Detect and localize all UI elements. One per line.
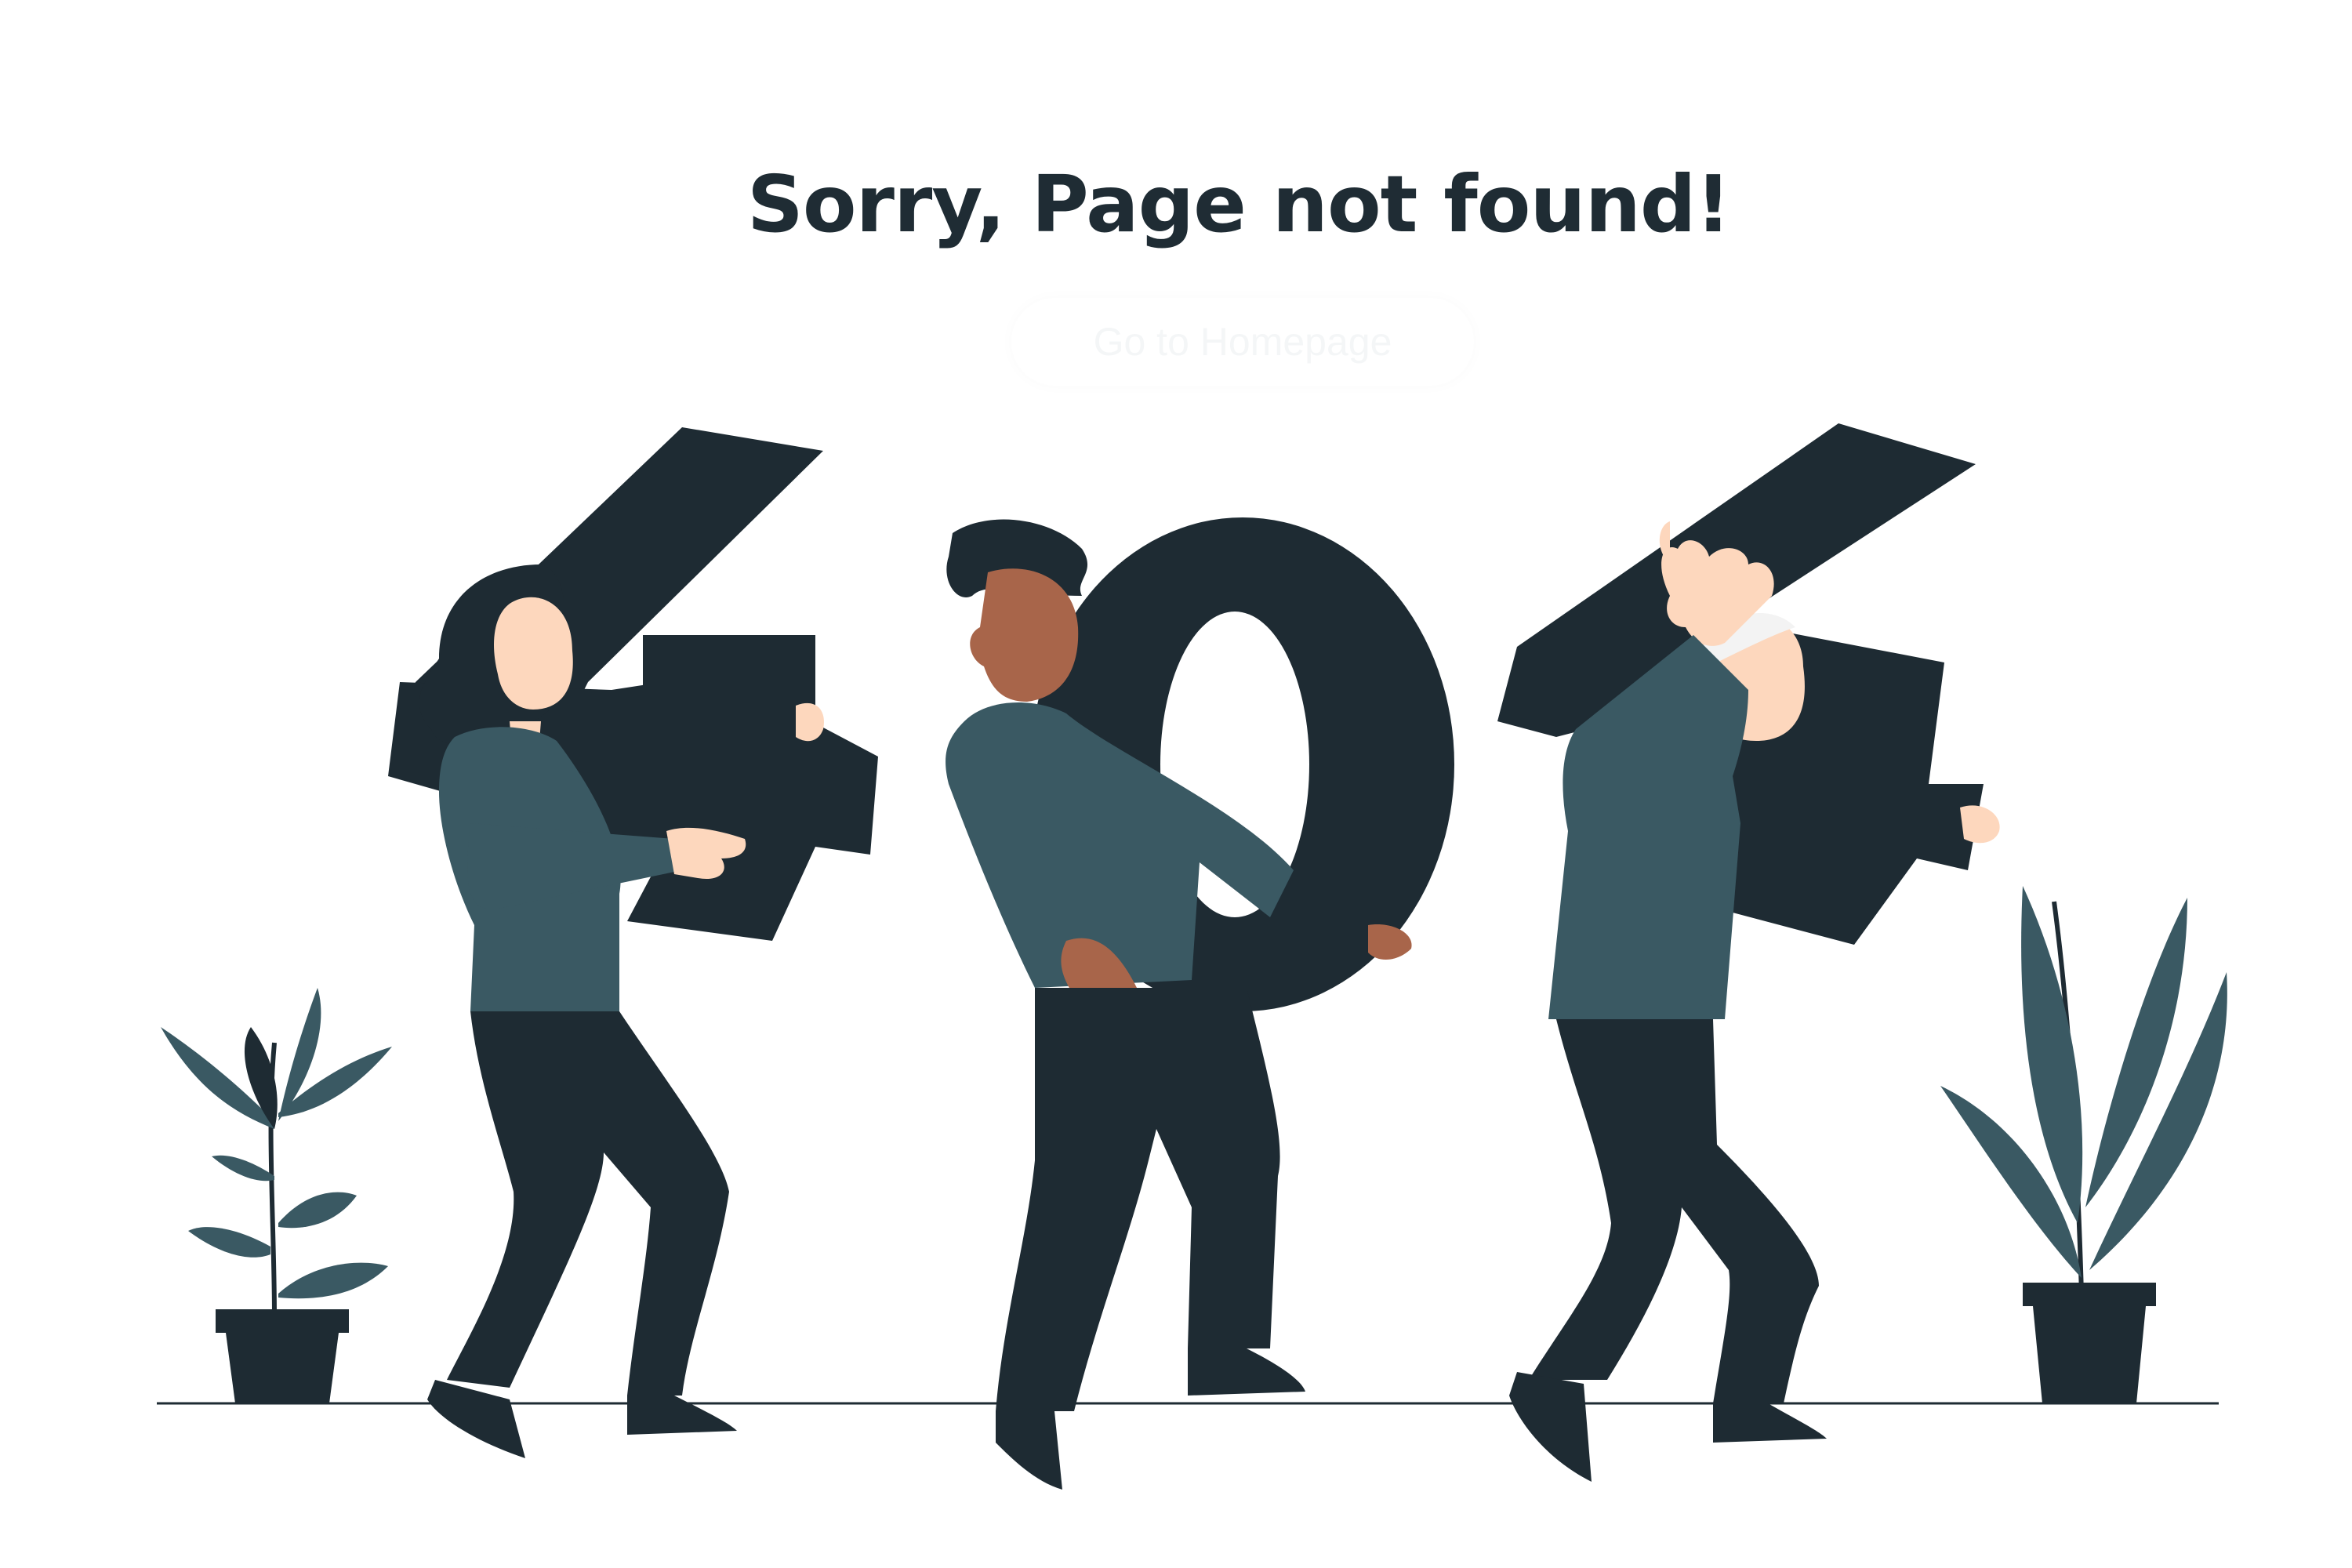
- right-plant-icon: [1940, 886, 2227, 1403]
- error-404-illustration: [157, 423, 2227, 1490]
- left-plant-icon: [161, 988, 392, 1403]
